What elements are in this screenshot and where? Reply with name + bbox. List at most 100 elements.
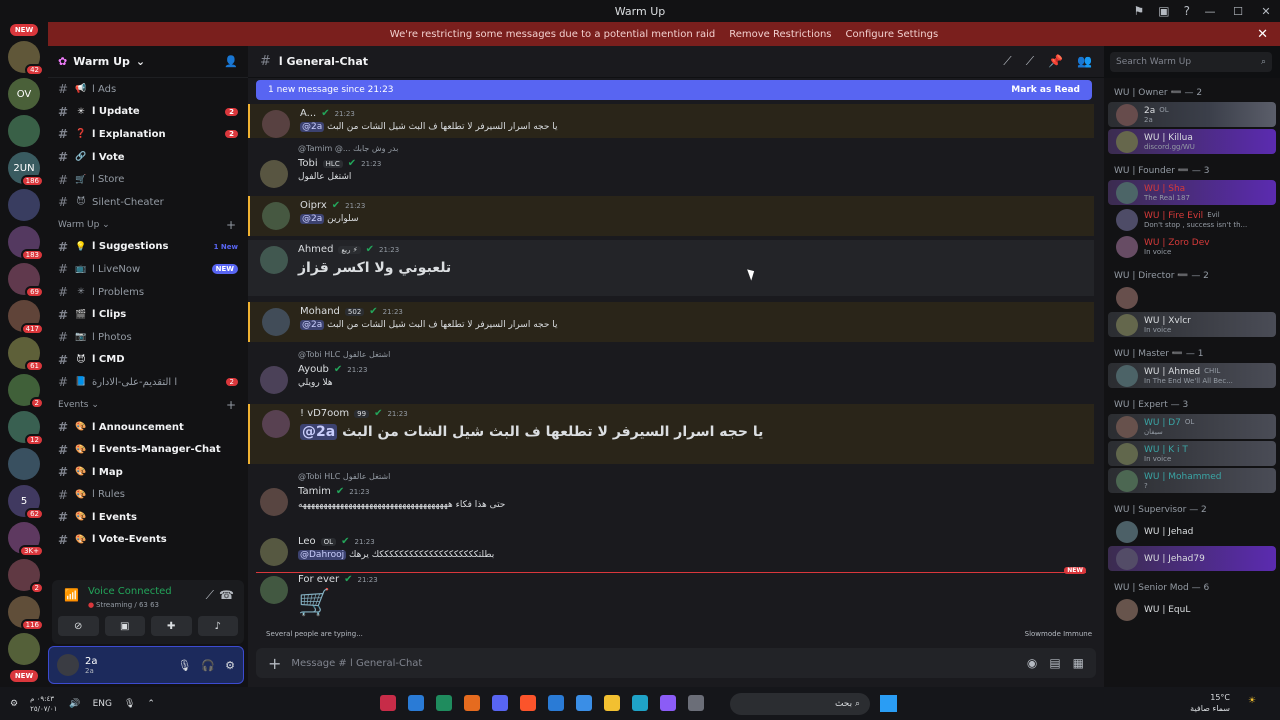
- avatar[interactable]: [262, 202, 290, 230]
- new-servers-pill[interactable]: NEW: [9, 24, 39, 36]
- mic-icon[interactable]: 🎙: [124, 699, 135, 709]
- server-icon[interactable]: 12: [8, 411, 44, 446]
- avatar[interactable]: [260, 246, 288, 274]
- server-icon[interactable]: 2: [8, 374, 44, 409]
- server-icon[interactable]: 2UN 186: [8, 152, 44, 187]
- weather-icon[interactable]: ☀: [1248, 696, 1256, 706]
- author-name[interactable]: Ayoub: [298, 364, 329, 375]
- screen-icon[interactable]: ▣: [1158, 4, 1169, 18]
- language-indicator[interactable]: ENG: [93, 699, 112, 709]
- attach-icon[interactable]: +: [268, 654, 281, 673]
- message[interactable]: Mohand 502 ✔ 21:23 @2a يا حجه اسرار السيرفر …: [248, 302, 1094, 342]
- author-name[interactable]: Ahmed: [298, 244, 333, 255]
- create-channel-icon[interactable]: +: [226, 398, 236, 412]
- mark-as-read-button[interactable]: Mark as Read: [1011, 85, 1080, 95]
- channel-item[interactable]: # ✳ ا Update 2: [48, 101, 248, 124]
- apps-icon[interactable]: ▦: [1073, 656, 1084, 670]
- threads-icon[interactable]: ⟋: [1003, 54, 1011, 69]
- message[interactable]: @Tobi HLC اشتغل عالفول Tamim ✔ 21:23 حتى هذا…: [248, 468, 1094, 526]
- user-mention[interactable]: @Dahrooj: [298, 550, 347, 560]
- avatar[interactable]: [262, 308, 290, 336]
- microphone-icon[interactable]: 🎙: [177, 659, 191, 672]
- user-mention[interactable]: @2a: [300, 214, 325, 224]
- avatar[interactable]: [57, 654, 79, 676]
- author-name[interactable]: Oiprx: [300, 200, 327, 211]
- pin-icon[interactable]: 📌: [1048, 54, 1063, 69]
- message[interactable]: Oiprx ✔ 21:23 @2a سلوارين: [248, 196, 1094, 236]
- edge-icon[interactable]: [632, 695, 648, 711]
- avatar[interactable]: [260, 576, 288, 604]
- member-item[interactable]: WU | Mohammed?: [1108, 468, 1276, 493]
- author-name[interactable]: ! vD7oom: [300, 408, 349, 419]
- channel-item[interactable]: # 📺 ا LiveNow NEW: [48, 258, 248, 281]
- channel-item[interactable]: # 🎬 ا Clips: [48, 303, 248, 326]
- member-item[interactable]: WU | Killua discord.gg/WU: [1108, 129, 1276, 154]
- close-icon[interactable]: ✕: [1257, 27, 1268, 42]
- author-name[interactable]: For ever: [298, 574, 339, 585]
- message-input[interactable]: [291, 657, 1017, 669]
- gear-icon[interactable]: ⚙: [225, 659, 235, 672]
- activities-button[interactable]: ✚: [151, 616, 192, 636]
- voice-status[interactable]: Voice Connected: [88, 586, 172, 597]
- member-item[interactable]: WU | EquL: [1108, 597, 1276, 622]
- channel-item[interactable]: # 📘 ا التقديم-على-الادارة 2: [48, 371, 248, 394]
- member-item[interactable]: WU | Jehad79: [1108, 546, 1276, 571]
- avatar[interactable]: [260, 160, 288, 188]
- server-icon[interactable]: OV: [8, 78, 40, 110]
- channel-item[interactable]: # ✳ ا Problems: [48, 281, 248, 304]
- member-list-icon[interactable]: 👥: [1077, 54, 1092, 69]
- inbox-icon[interactable]: ⚑: [1134, 4, 1145, 18]
- disconnect-icon[interactable]: ☎: [219, 588, 234, 602]
- brave-icon[interactable]: [520, 695, 536, 711]
- member-item[interactable]: 2a OL 2a: [1108, 102, 1276, 127]
- author-name[interactable]: Tobi: [298, 158, 318, 169]
- screen-share-button[interactable]: ▣: [104, 616, 145, 636]
- app-icon[interactable]: [408, 695, 424, 711]
- member-item[interactable]: [1108, 285, 1276, 310]
- notification-icon[interactable]: ⟋: [1026, 54, 1034, 69]
- member-item[interactable]: WU | Xvlcr In voice: [1108, 312, 1276, 337]
- new-messages-bar[interactable]: 1 new message since 21:23 Mark as Read: [256, 80, 1092, 100]
- channel-item[interactable]: # 😈 ا CMD: [48, 349, 248, 372]
- server-icon[interactable]: [8, 115, 40, 147]
- app-icon[interactable]: [688, 695, 704, 711]
- member-item[interactable]: WU | K i T In voice: [1108, 441, 1276, 466]
- author-name[interactable]: Mohand: [300, 306, 340, 317]
- server-icon[interactable]: [8, 189, 40, 221]
- reply-preview[interactable]: @Tamim @... بدر وش جابك: [298, 144, 398, 153]
- message[interactable]: A... ✔ 21:23 @2a يا حجه اسرار السيرفر لا تط…: [248, 104, 1094, 138]
- search-icon[interactable]: ⌕: [1261, 57, 1266, 67]
- avatar[interactable]: [260, 538, 288, 566]
- message[interactable]: @Tamim @... بدر وش جابك Tobi HLC ✔ 21:23 اشتغ…: [248, 140, 1094, 194]
- noise-suppression-icon[interactable]: ⟋: [206, 588, 214, 603]
- volume-icon[interactable]: 🔊: [69, 699, 80, 709]
- message[interactable]: Leo OL ✔ 21:23 @Dahrooj بطلتكككككككككككككككك…: [248, 532, 1094, 568]
- member-item[interactable]: WU | Jehad: [1108, 519, 1276, 544]
- channel-item[interactable]: # 🎨 ا Events: [48, 506, 248, 529]
- channel-item[interactable]: # 🎨 ا Map: [48, 461, 248, 484]
- app-icon[interactable]: [436, 695, 452, 711]
- app-icon[interactable]: [548, 695, 564, 711]
- soundboard-button[interactable]: ♪: [197, 616, 238, 636]
- discord-icon[interactable]: [492, 695, 508, 711]
- close-window-button[interactable]: ✕: [1252, 0, 1280, 22]
- settings-icon[interactable]: ⚙: [10, 699, 18, 709]
- gif-icon[interactable]: ◉: [1027, 656, 1037, 670]
- folder-icon[interactable]: [604, 695, 620, 711]
- author-name[interactable]: Leo: [298, 536, 316, 547]
- server-icon[interactable]: 3K+: [8, 522, 44, 557]
- chevron-up-icon[interactable]: ⌃: [147, 699, 155, 709]
- category-events[interactable]: Events ⌄ +: [48, 394, 248, 416]
- member-item[interactable]: WU | D7 OL سيفان: [1108, 414, 1276, 439]
- author-name[interactable]: Tamim: [298, 486, 331, 497]
- server-icon[interactable]: 69: [8, 263, 44, 298]
- app-icon[interactable]: [464, 695, 480, 711]
- minimize-button[interactable]: —: [1196, 0, 1224, 22]
- member-item[interactable]: WU | Ahmed CHIL In The End We'll All Bec..…: [1108, 363, 1276, 388]
- channel-item[interactable]: # ❓ ا Explanation 2: [48, 123, 248, 146]
- windows-start-icon[interactable]: [880, 695, 897, 712]
- help-icon[interactable]: ?: [1184, 4, 1190, 18]
- message[interactable]: For ever ✔ 21:23 🛒: [248, 570, 1094, 626]
- channel-item[interactable]: # 🎨 ا Events-Manager-Chat: [48, 438, 248, 461]
- member-item[interactable]: WU | Zoro Dev In voice: [1108, 234, 1276, 259]
